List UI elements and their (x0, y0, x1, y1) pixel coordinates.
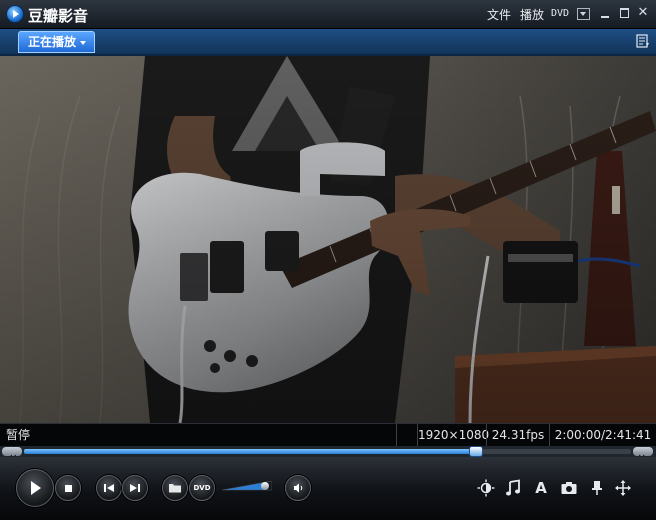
status-spacer (396, 424, 417, 446)
seek-forward-button[interactable] (633, 447, 653, 461)
status-bar: 暂停 1920×1080 24.31fps 2:00:00/2:41:41 (0, 423, 656, 447)
resolution-readout: 1920×1080 (417, 424, 489, 446)
open-folder-icon[interactable] (162, 475, 188, 501)
video-frame[interactable] (0, 56, 656, 423)
control-bar: DVD A (0, 457, 656, 520)
prev-icon[interactable] (96, 475, 122, 501)
dropdown-icon[interactable] (577, 8, 590, 20)
menu-dvd[interactable]: DVD (551, 8, 569, 19)
close-icon[interactable]: ✕ (637, 6, 649, 19)
video-image (0, 56, 656, 423)
playback-state: 暂停 (6, 428, 31, 442)
app-title: 豆瓣影音 (28, 7, 89, 25)
chevron-down-icon (80, 40, 87, 45)
menu-play[interactable]: 播放 (520, 6, 544, 23)
volume-icon[interactable] (285, 475, 311, 501)
dvd-icon[interactable]: DVD (189, 475, 215, 501)
pin-icon[interactable] (588, 479, 606, 497)
seek-track[interactable] (24, 446, 631, 457)
camera-icon[interactable] (560, 479, 578, 497)
next-icon[interactable] (122, 475, 148, 501)
fps-readout: 24.31fps (486, 424, 549, 446)
seek-thumb[interactable] (469, 446, 483, 457)
subtitle-icon[interactable]: A (532, 479, 550, 497)
tab-bar: 正在播放 (0, 29, 656, 56)
stop-icon[interactable] (55, 475, 81, 501)
tab-now-playing[interactable]: 正在播放 (18, 31, 96, 53)
minimize-icon[interactable] (599, 7, 611, 19)
brightness-icon[interactable] (477, 479, 495, 497)
title-bar: 豆瓣影音 文件 播放 DVD ✕ (0, 0, 656, 29)
playlist-icon[interactable] (636, 34, 650, 48)
menu-file[interactable]: 文件 (487, 6, 511, 23)
volume-thumb[interactable] (260, 482, 269, 490)
time-readout: 2:00:00/2:41:41 (549, 424, 656, 446)
music-note-icon[interactable] (504, 479, 522, 497)
seek-back-button[interactable] (2, 447, 22, 461)
maximize-icon[interactable] (619, 7, 631, 19)
seek-fill (24, 449, 475, 454)
tab-now-playing-label: 正在播放 (28, 35, 77, 49)
app-logo-icon[interactable] (6, 5, 24, 23)
play-icon[interactable] (16, 469, 54, 507)
move-icon[interactable] (614, 479, 632, 497)
seek-bar[interactable] (0, 446, 656, 461)
